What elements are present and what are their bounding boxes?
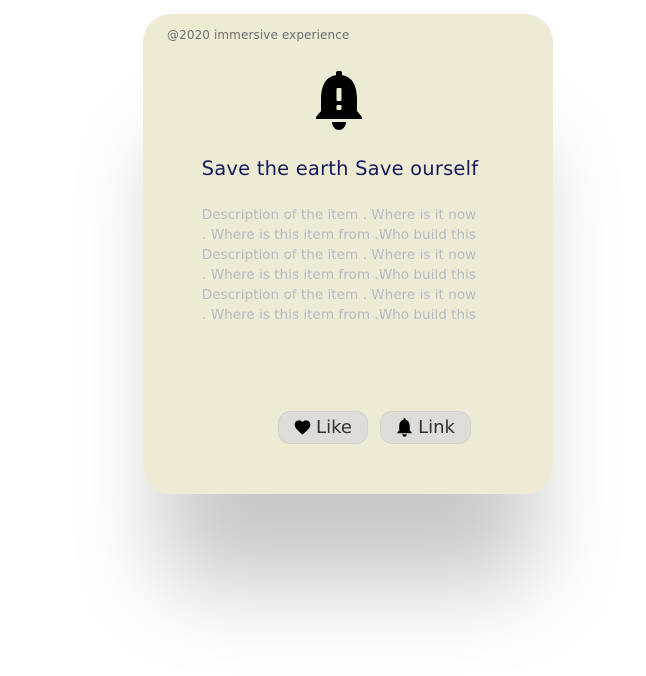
card-title: Save the earth Save ourself	[201, 157, 479, 180]
page: @2020 immersive experience Save the eart…	[0, 0, 646, 676]
like-button[interactable]: Like	[278, 411, 368, 444]
card-description: Description of the item . Where is it no…	[201, 207, 477, 323]
card: @2020 immersive experience Save the eart…	[143, 14, 553, 494]
like-label: Like	[316, 417, 352, 438]
bell-icon	[397, 418, 412, 437]
heart-icon	[294, 420, 311, 435]
link-label: Link	[418, 417, 455, 438]
copyright-text: @2020 immersive experience	[167, 28, 350, 42]
bell-alert-icon	[316, 71, 362, 130]
link-button[interactable]: Link	[380, 411, 471, 444]
